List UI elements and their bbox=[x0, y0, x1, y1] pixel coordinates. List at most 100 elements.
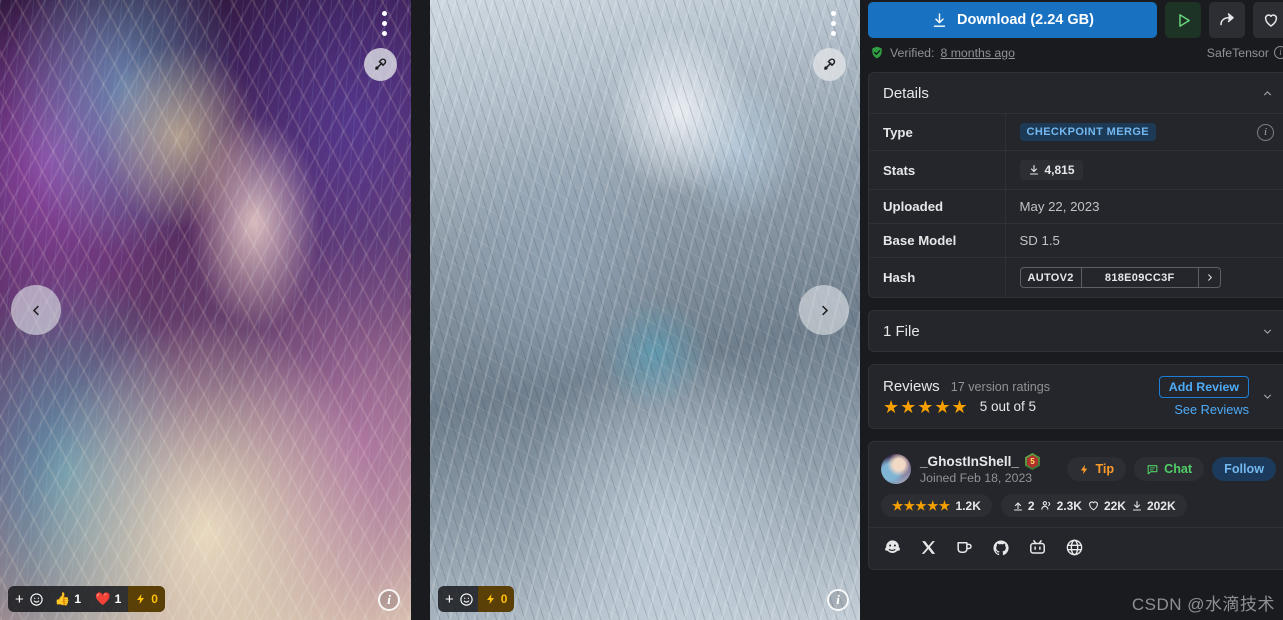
heart-icon: ❤️ bbox=[95, 591, 111, 606]
hash-group: AUTOV2 818E09CC3F bbox=[1019, 267, 1221, 288]
favorite-button[interactable] bbox=[1253, 2, 1283, 38]
artwork-cyborg-portrait bbox=[430, 0, 860, 620]
model-sidebar: Download (2.24 GB) Verified: 8 months ag… bbox=[860, 0, 1283, 620]
reviews-title: Reviews bbox=[883, 377, 940, 395]
x-twitter-icon[interactable] bbox=[920, 539, 937, 556]
reaction-lightning[interactable]: 0 bbox=[128, 586, 165, 612]
creator-joined-date: Joined Feb 18, 2023 bbox=[920, 471, 1033, 485]
download-button-label: Download (2.24 GB) bbox=[957, 12, 1094, 28]
creator-card: _GhostInShell_ 5 Joined Feb 18, 2023 Tip bbox=[868, 441, 1283, 570]
download-button[interactable]: Download (2.24 GB) bbox=[868, 2, 1157, 38]
kofi-cup-icon[interactable] bbox=[955, 538, 974, 557]
followers-count: 2.3K bbox=[1056, 498, 1082, 513]
plus-icon: + bbox=[445, 590, 454, 608]
details-card: Details Type CHECKPOINT MERGE i Stats 4,… bbox=[868, 72, 1283, 298]
more-vertical-icon[interactable] bbox=[382, 11, 387, 36]
chevron-right-icon[interactable] bbox=[1199, 268, 1220, 287]
files-header[interactable]: 1 File bbox=[869, 311, 1283, 351]
heart-outline-icon bbox=[1089, 501, 1098, 511]
smiley-icon bbox=[30, 592, 43, 606]
download-icon bbox=[1132, 500, 1142, 511]
huggingface-icon[interactable] bbox=[883, 538, 902, 557]
reviews-summary: Reviews 17 version ratings ★★★★★ 5 out o… bbox=[883, 378, 1159, 416]
verification-row: Verified: 8 months ago SafeTensor i bbox=[868, 38, 1283, 60]
website-globe-icon[interactable] bbox=[1065, 538, 1084, 557]
verified-prefix: Verified: bbox=[890, 45, 935, 60]
downloads-count: 4,815 bbox=[1044, 163, 1075, 177]
remix-chain-icon[interactable] bbox=[364, 48, 397, 81]
creator-username[interactable]: _GhostInShell_ bbox=[920, 454, 1019, 469]
details-table: Type CHECKPOINT MERGE i Stats 4,815 Uplo… bbox=[869, 113, 1283, 297]
hash-value[interactable]: 818E09CC3F bbox=[1080, 268, 1199, 287]
play-icon bbox=[1178, 13, 1190, 27]
row-label: Type bbox=[869, 113, 1006, 151]
files-card[interactable]: 1 File bbox=[868, 310, 1283, 352]
info-icon[interactable]: i bbox=[1274, 46, 1283, 59]
add-reaction-button[interactable]: + bbox=[8, 586, 48, 612]
row-label: Uploaded bbox=[869, 189, 1006, 224]
base-model-value: SD 1.5 bbox=[1019, 233, 1060, 248]
creator-rating-pill: ★★★★★ 1.2K bbox=[881, 494, 992, 517]
reviews-card: Reviews 17 version ratings ★★★★★ 5 out o… bbox=[868, 364, 1283, 429]
plus-icon: + bbox=[15, 590, 24, 608]
remix-chain-icon[interactable] bbox=[813, 48, 846, 81]
table-row: Uploaded May 22, 2023 bbox=[869, 189, 1283, 224]
reaction-heart[interactable]: ❤️ 1 bbox=[88, 586, 128, 612]
smiley-icon bbox=[460, 592, 473, 606]
level-badge-value: 5 bbox=[1030, 457, 1035, 466]
watermark: CSDN @水滴技术 bbox=[1131, 595, 1275, 614]
add-reaction-button[interactable]: + bbox=[438, 586, 478, 612]
tip-button[interactable]: Tip bbox=[1067, 457, 1127, 481]
image-gallery: + 👍 1 ❤️ 1 0 i + 0 i bbox=[0, 0, 860, 620]
image-info-icon[interactable]: i bbox=[378, 589, 400, 611]
type-badge[interactable]: CHECKPOINT MERGE bbox=[1019, 123, 1157, 141]
format-name: SafeTensor bbox=[1206, 45, 1269, 60]
chat-button[interactable]: Chat bbox=[1134, 457, 1205, 481]
share-button[interactable] bbox=[1209, 2, 1245, 38]
reaction-count: 0 bbox=[151, 592, 158, 606]
see-reviews-link[interactable]: See Reviews bbox=[1174, 402, 1249, 417]
creator-stats: ★★★★★ 1.2K 2 2.3K 22K 202K bbox=[881, 494, 1276, 517]
reaction-lightning[interactable]: 0 bbox=[477, 586, 515, 612]
reaction-thumbs-up[interactable]: 👍 1 bbox=[48, 586, 88, 612]
gallery-image-1[interactable]: + 👍 1 ❤️ 1 0 i bbox=[0, 0, 411, 620]
image-info-icon[interactable]: i bbox=[827, 589, 849, 611]
reaction-bar-2: + 0 bbox=[438, 586, 515, 612]
row-label: Base Model bbox=[869, 223, 1006, 258]
gallery-divider bbox=[411, 0, 430, 620]
tip-label: Tip bbox=[1095, 462, 1115, 476]
rating-score: 5 out of 5 bbox=[979, 399, 1036, 414]
gallery-prev-button[interactable] bbox=[11, 285, 61, 335]
uploads-count: 2 bbox=[1027, 498, 1035, 513]
level-badge: 5 bbox=[1024, 453, 1040, 470]
reaction-bar-1: + 👍 1 ❤️ 1 0 bbox=[8, 586, 165, 612]
github-icon[interactable] bbox=[992, 539, 1010, 557]
info-icon[interactable]: i bbox=[1257, 123, 1274, 141]
row-label: Stats bbox=[869, 150, 1006, 190]
run-model-button[interactable] bbox=[1165, 2, 1201, 38]
model-detail-page: + 👍 1 ❤️ 1 0 i + 0 i Download (2.24 GB) … bbox=[0, 0, 1283, 620]
files-title: 1 File bbox=[883, 322, 920, 340]
lightning-icon bbox=[1081, 464, 1088, 474]
add-review-button[interactable]: Add Review bbox=[1158, 376, 1249, 398]
lightning-icon bbox=[486, 594, 494, 604]
table-row: Type CHECKPOINT MERGE i bbox=[869, 113, 1283, 151]
followers-group: 2.3K bbox=[1040, 499, 1082, 513]
rating-stars: ★★★★★ bbox=[883, 396, 969, 417]
reaction-count: 1 bbox=[74, 592, 82, 606]
more-vertical-icon[interactable] bbox=[831, 11, 836, 36]
heart-outline-icon bbox=[1264, 14, 1278, 27]
chevron-down-icon bbox=[1263, 328, 1272, 334]
uploads-group: 2 bbox=[1012, 499, 1035, 513]
bilibili-icon[interactable] bbox=[1028, 538, 1047, 557]
details-header[interactable]: Details bbox=[869, 73, 1283, 113]
verified-time-link[interactable]: 8 months ago bbox=[940, 46, 1015, 60]
details-title: Details bbox=[883, 84, 929, 102]
gallery-image-2[interactable]: + 0 i bbox=[430, 0, 860, 620]
creator-rating-count: 1.2K bbox=[955, 498, 981, 513]
avatar[interactable] bbox=[881, 454, 911, 484]
gallery-next-button[interactable] bbox=[799, 285, 849, 335]
chevron-down-icon[interactable] bbox=[1261, 390, 1274, 403]
download-icon bbox=[933, 12, 946, 27]
follow-button[interactable]: Follow bbox=[1212, 457, 1276, 481]
